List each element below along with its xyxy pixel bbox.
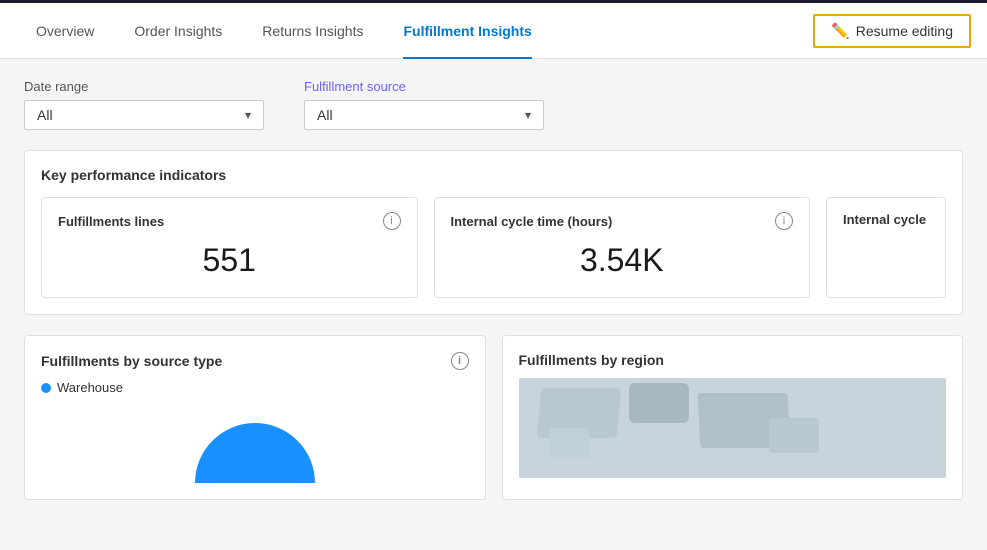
chevron-down-icon-2: ▾	[525, 108, 531, 122]
info-icon-2[interactable]: i	[775, 212, 793, 230]
chart-card-source-type: Fulfillments by source type i Warehouse	[24, 335, 486, 500]
legend-dot-warehouse	[41, 383, 51, 393]
chart-title-region-text: Fulfillments by region	[519, 352, 664, 368]
resume-editing-label: Resume editing	[856, 23, 953, 39]
info-icon-source-type[interactable]: i	[451, 352, 469, 370]
legend-item-warehouse: Warehouse	[41, 380, 469, 395]
map-land-5	[769, 418, 819, 453]
kpi-card-title-1: Fulfillments lines	[58, 214, 164, 229]
chart-title-region: Fulfillments by region	[519, 352, 947, 368]
date-range-filter: Date range All ▾	[24, 79, 264, 130]
chart-title-source-type-text: Fulfillments by source type	[41, 353, 222, 369]
kpi-cards-container: Fulfillments lines i 551 Internal cycle …	[41, 197, 946, 298]
date-range-select[interactable]: All ▾	[24, 100, 264, 130]
kpi-card-title-2: Internal cycle time (hours)	[451, 214, 613, 229]
chart-title-source-type: Fulfillments by source type i	[41, 352, 469, 370]
legend-label-warehouse: Warehouse	[57, 380, 123, 395]
top-navigation: Overview Order Insights Returns Insights…	[0, 3, 987, 59]
charts-row: Fulfillments by source type i Warehouse …	[24, 335, 963, 500]
tab-fulfillment-insights[interactable]: Fulfillment Insights	[383, 3, 551, 59]
kpi-card-internal-cycle-time: Internal cycle time (hours) i 3.54K	[434, 197, 811, 298]
kpi-value-1: 551	[58, 238, 401, 283]
kpi-value-2: 3.54K	[451, 238, 794, 283]
fulfillment-source-value: All	[317, 107, 333, 123]
tab-returns-insights[interactable]: Returns Insights	[242, 3, 383, 59]
resume-editing-button[interactable]: ✏️ Resume editing	[813, 14, 971, 48]
map-land-2	[629, 383, 689, 423]
tab-order-insights[interactable]: Order Insights	[114, 3, 242, 59]
date-range-value: All	[37, 107, 53, 123]
info-icon-1[interactable]: i	[383, 212, 401, 230]
kpi-card-title-3: Internal cycle	[843, 212, 926, 227]
tab-overview[interactable]: Overview	[16, 3, 114, 59]
date-range-label: Date range	[24, 79, 264, 94]
fulfillment-source-filter: Fulfillment source All ▾	[304, 79, 544, 130]
kpi-section-title: Key performance indicators	[41, 167, 946, 183]
pie-chart-shape	[195, 423, 315, 483]
kpi-card-internal-cycle-partial: Internal cycle	[826, 197, 946, 298]
fulfillment-source-label: Fulfillment source	[304, 79, 544, 94]
kpi-section: Key performance indicators Fulfillments …	[24, 150, 963, 315]
chart-card-region: Fulfillments by region	[502, 335, 964, 500]
kpi-card-header-2: Internal cycle time (hours) i	[451, 212, 794, 230]
kpi-card-header-1: Fulfillments lines i	[58, 212, 401, 230]
kpi-card-fulfillment-lines: Fulfillments lines i 551	[41, 197, 418, 298]
map-container	[519, 378, 947, 478]
chevron-down-icon: ▾	[245, 108, 251, 122]
main-content: Date range All ▾ Fulfillment source All …	[0, 59, 987, 520]
fulfillment-source-select[interactable]: All ▾	[304, 100, 544, 130]
kpi-card-header-3: Internal cycle	[843, 212, 929, 227]
map-land-4	[549, 428, 589, 458]
filters-row: Date range All ▾ Fulfillment source All …	[24, 79, 963, 130]
edit-pencil-icon: ✏️	[831, 22, 850, 40]
pie-chart-container	[41, 403, 469, 483]
